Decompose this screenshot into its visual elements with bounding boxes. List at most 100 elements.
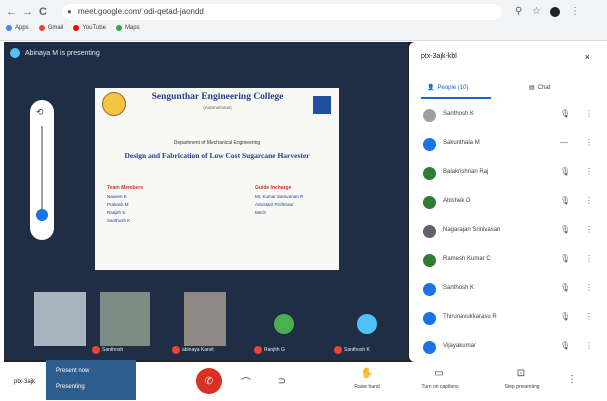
more-icon[interactable]: ⋮ xyxy=(585,167,593,176)
raise-hand-button[interactable]: ✋ xyxy=(358,364,376,382)
meeting-code: ptx-3ajk-kbl xyxy=(421,53,457,60)
present-button[interactable]: ⊡ xyxy=(512,364,530,382)
mic-button[interactable]: ⌒ xyxy=(236,371,256,391)
more-icon[interactable]: ⋮ xyxy=(585,312,593,321)
more-icon[interactable]: ⋮ xyxy=(585,196,593,205)
accreditation-logo xyxy=(313,96,331,114)
people-icon: 👤 xyxy=(427,85,435,91)
list-item[interactable]: Vijayakumar 🎙 ⋮ xyxy=(413,337,603,361)
member-name: Ranjith S xyxy=(107,210,126,215)
address-bar[interactable]: ● meet.google.com/ odi-qetad-jaondd xyxy=(62,4,502,20)
captions-button[interactable]: ▭ xyxy=(430,364,448,382)
list-item[interactable]: Balakrishnan Raj 🎙 ⋮ xyxy=(413,163,603,187)
presenting-option[interactable]: Presenting xyxy=(56,384,85,390)
list-item[interactable]: Santhosh K 🎙 ⋮ xyxy=(413,105,603,129)
chat-icon: ▤ xyxy=(529,85,535,91)
reload-icon[interactable]: C xyxy=(39,6,47,18)
phone-icon: ✆ xyxy=(204,375,214,387)
list-item[interactable]: Nagarajan Srinivasan 🎙 ⋮ xyxy=(413,221,603,245)
close-icon[interactable]: × xyxy=(585,52,590,62)
bookmarks-bar: Apps Gmail YouTube Maps xyxy=(6,25,140,31)
list-item[interactable]: Thirunavukkarasu R 🎙 ⋮ xyxy=(413,308,603,332)
more-icon[interactable]: ⋮ xyxy=(585,225,593,234)
mic-icon[interactable]: 🎙 xyxy=(560,312,570,321)
bookmark-star-icon[interactable]: ☆ xyxy=(532,6,541,17)
avatar xyxy=(423,109,436,122)
participant-avatar[interactable] xyxy=(357,314,377,334)
bookmark-item[interactable]: Apps xyxy=(6,25,29,31)
zoom-track[interactable] xyxy=(41,126,43,216)
avatar xyxy=(423,283,436,296)
presenter-avatar xyxy=(10,48,20,58)
avatar xyxy=(423,312,436,325)
more-icon[interactable]: ⋮ xyxy=(585,254,593,263)
captions-icon: ▭ xyxy=(434,367,444,379)
hand-icon: ✋ xyxy=(360,367,374,379)
list-item[interactable]: Ramesh Kumar C 🎙 ⋮ xyxy=(413,250,603,274)
avatar xyxy=(423,138,436,151)
more-icon[interactable]: ⋮ xyxy=(585,109,593,118)
list-item[interactable]: Santhosh K 🎙 ⋮ xyxy=(413,279,603,303)
avatar xyxy=(423,254,436,267)
bookmark-item[interactable]: Gmail xyxy=(38,25,63,31)
college-logo xyxy=(102,92,126,116)
captions-label: Turn on captions xyxy=(421,384,459,390)
profile-avatar[interactable] xyxy=(550,7,560,17)
more-vert-icon: ⋮ xyxy=(567,373,577,385)
camera-button[interactable]: ⊃ xyxy=(272,371,292,391)
list-item[interactable]: Sakunthala M — ⋮ xyxy=(413,134,603,158)
participant-tile[interactable] xyxy=(34,292,86,346)
more-icon[interactable]: ⋮ xyxy=(585,341,593,350)
avatar xyxy=(423,196,436,209)
member-name: Naveen K xyxy=(107,194,127,199)
present-label: Stop presenting xyxy=(504,384,540,390)
mic-off-icon xyxy=(254,346,262,354)
avatar xyxy=(423,225,436,238)
more-icon[interactable]: ⋮ xyxy=(585,138,593,147)
college-subtitle: (Autonomous) xyxy=(203,105,232,110)
mic-icon: ⌒ xyxy=(241,377,251,389)
menu-dots-icon[interactable]: ⋮ xyxy=(570,6,580,17)
presenter-bar: Abinaya M is presenting xyxy=(10,48,100,58)
present-screen-icon: ⊡ xyxy=(516,367,526,379)
forward-icon[interactable]: → xyxy=(22,6,33,18)
avatar xyxy=(423,341,436,354)
panel-tabs: 👤 People (10) ▤ Chat xyxy=(413,80,603,98)
mic-icon[interactable]: 🎙 xyxy=(560,283,570,292)
list-item[interactable]: Abishek G 🎙 ⋮ xyxy=(413,192,603,216)
zoom-handle[interactable] xyxy=(36,209,48,221)
lock-icon: ● xyxy=(67,7,72,16)
mic-icon[interactable]: 🎙 xyxy=(560,167,570,176)
mic-off-icon xyxy=(172,346,180,354)
tab-chat[interactable]: ▤ Chat xyxy=(529,84,550,92)
mic-icon[interactable]: 🎙 xyxy=(560,225,570,234)
address-text: meet.google.com/ odi-qetad-jaondd xyxy=(78,7,204,16)
meeting-code-label: ptx-3ajk xyxy=(14,379,36,385)
zoom-icon[interactable]: ⚲ xyxy=(515,6,522,17)
bookmark-item[interactable]: YouTube xyxy=(73,25,106,31)
guide-title: Assistant Professor xyxy=(255,202,294,207)
participant-tile[interactable] xyxy=(100,292,150,346)
guide-dept: Mech xyxy=(255,210,267,215)
end-call-button[interactable]: ✆ xyxy=(196,368,222,394)
avatar xyxy=(423,167,436,180)
bookmark-item[interactable]: Maps xyxy=(115,25,140,31)
more-options-button[interactable]: ⋮ xyxy=(564,371,580,387)
gmail-icon xyxy=(38,25,45,31)
mic-off-icon xyxy=(334,346,342,354)
participant-tile[interactable] xyxy=(184,292,226,346)
participant-avatar[interactable] xyxy=(274,314,294,334)
mic-icon[interactable]: 🎙 xyxy=(560,341,570,350)
tab-people[interactable]: 👤 People (10) xyxy=(427,84,469,92)
guide-heading: Guide Incharge xyxy=(255,185,292,191)
mic-icon[interactable]: 🎙 xyxy=(560,109,570,118)
back-icon[interactable]: ← xyxy=(6,6,17,18)
zoom-slider[interactable]: ⟲ xyxy=(30,100,54,240)
tile-label: Ranjith G xyxy=(254,346,285,354)
mic-icon[interactable]: 🎙 xyxy=(560,196,570,205)
more-icon[interactable]: ⋮ xyxy=(585,283,593,292)
mic-icon[interactable]: — xyxy=(560,138,568,147)
present-now-option[interactable]: Present now xyxy=(56,368,89,374)
mic-icon[interactable]: 🎙 xyxy=(560,254,570,263)
zoom-fit-icon[interactable]: ⟲ xyxy=(36,107,44,118)
